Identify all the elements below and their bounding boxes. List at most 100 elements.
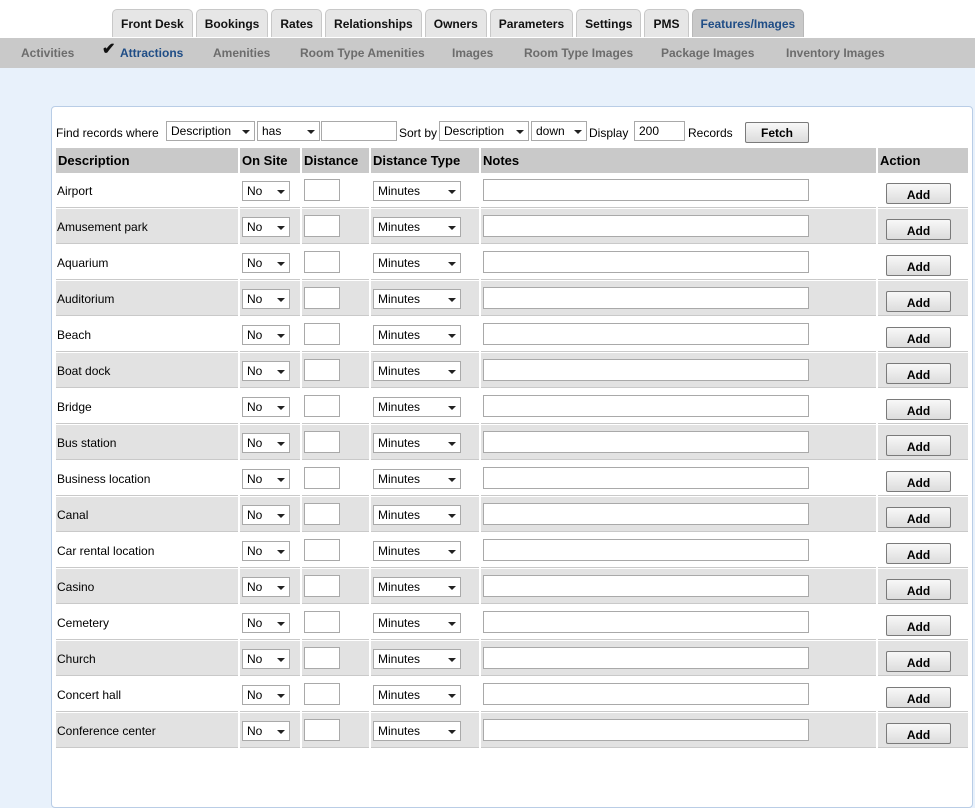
distance-input[interactable] (304, 467, 340, 489)
add-button[interactable]: Add (886, 291, 951, 312)
on-site-select[interactable]: No (242, 253, 290, 273)
operator-select[interactable]: has (257, 121, 320, 141)
notes-input[interactable] (483, 179, 809, 201)
distance-type-select[interactable]: Minutes (373, 721, 461, 741)
notes-input[interactable] (483, 359, 809, 381)
distance-input[interactable] (304, 647, 340, 669)
distance-input[interactable] (304, 431, 340, 453)
notes-input[interactable] (483, 395, 809, 417)
add-button[interactable]: Add (886, 255, 951, 276)
tab-owners[interactable]: Owners (424, 9, 487, 37)
notes-input[interactable] (483, 575, 809, 597)
distance-type-select[interactable]: Minutes (373, 361, 461, 381)
on-site-select[interactable]: No (242, 397, 290, 417)
distance-input[interactable] (304, 575, 340, 597)
on-site-select[interactable]: No (242, 289, 290, 309)
distance-type-select[interactable]: Minutes (373, 289, 461, 309)
distance-type-select[interactable]: Minutes (373, 469, 461, 489)
on-site-select[interactable]: No (242, 685, 290, 705)
on-site-select[interactable]: No (242, 541, 290, 561)
sort-select[interactable]: Description (439, 121, 529, 141)
on-site-select[interactable]: No (242, 721, 290, 741)
distance-type-select[interactable]: Minutes (373, 577, 461, 597)
notes-input[interactable] (483, 503, 809, 525)
distance-input[interactable] (304, 611, 340, 633)
distance-type-select[interactable]: Minutes (373, 649, 461, 669)
field-select[interactable]: Description (166, 121, 255, 141)
add-button[interactable]: Add (886, 507, 951, 528)
notes-input[interactable] (483, 467, 809, 489)
display-count-input[interactable]: 200 (634, 121, 685, 141)
subnav-item-activities[interactable]: Activities (21, 46, 74, 60)
notes-input[interactable] (483, 251, 809, 273)
on-site-select[interactable]: No (242, 469, 290, 489)
notes-input[interactable] (483, 431, 809, 453)
search-input[interactable] (321, 121, 397, 141)
distance-input[interactable] (304, 719, 340, 741)
add-button[interactable]: Add (886, 399, 951, 420)
tab-relationships[interactable]: Relationships (325, 9, 422, 37)
notes-input[interactable] (483, 323, 809, 345)
distance-type-select[interactable]: Minutes (373, 325, 461, 345)
notes-input[interactable] (483, 611, 809, 633)
distance-input[interactable] (304, 287, 340, 309)
add-button[interactable]: Add (886, 651, 951, 672)
distance-type-select[interactable]: Minutes (373, 613, 461, 633)
add-button[interactable]: Add (886, 327, 951, 348)
subnav-item-package-images[interactable]: Package Images (661, 46, 754, 60)
fetch-button[interactable]: Fetch (745, 122, 809, 143)
on-site-select[interactable]: No (242, 325, 290, 345)
add-button[interactable]: Add (886, 435, 951, 456)
on-site-select[interactable]: No (242, 649, 290, 669)
notes-input[interactable] (483, 647, 809, 669)
subnav-item-amenities[interactable]: Amenities (213, 46, 270, 60)
distance-input[interactable] (304, 179, 340, 201)
distance-type-select[interactable]: Minutes (373, 253, 461, 273)
notes-input[interactable] (483, 287, 809, 309)
distance-type-select[interactable]: Minutes (373, 217, 461, 237)
add-button[interactable]: Add (886, 183, 951, 204)
add-button[interactable]: Add (886, 615, 951, 636)
tab-settings[interactable]: Settings (576, 9, 642, 37)
add-button[interactable]: Add (886, 219, 951, 240)
direction-select[interactable]: down (531, 121, 587, 141)
tab-parameters[interactable]: Parameters (489, 9, 574, 37)
subnav-item-inventory-images[interactable]: Inventory Images (786, 46, 885, 60)
tab-front-desk[interactable]: Front Desk (112, 9, 193, 37)
distance-type-select[interactable]: Minutes (373, 397, 461, 417)
distance-type-select[interactable]: Minutes (373, 685, 461, 705)
distance-input[interactable] (304, 215, 340, 237)
distance-input[interactable] (304, 251, 340, 273)
add-button[interactable]: Add (886, 723, 951, 744)
on-site-select[interactable]: No (242, 577, 290, 597)
distance-input[interactable] (304, 359, 340, 381)
tab-rates[interactable]: Rates (271, 9, 323, 37)
tab-bookings[interactable]: Bookings (195, 9, 269, 37)
notes-input[interactable] (483, 539, 809, 561)
distance-input[interactable] (304, 683, 340, 705)
tab-pms[interactable]: PMS (644, 9, 689, 37)
add-button[interactable]: Add (886, 687, 951, 708)
distance-type-select[interactable]: Minutes (373, 433, 461, 453)
subnav-item-room-type-images[interactable]: Room Type Images (524, 46, 633, 60)
notes-input[interactable] (483, 215, 809, 237)
distance-input[interactable] (304, 503, 340, 525)
add-button[interactable]: Add (886, 471, 951, 492)
on-site-select[interactable]: No (242, 433, 290, 453)
subnav-item-room-type-amenities[interactable]: Room Type Amenities (300, 46, 425, 60)
on-site-select[interactable]: No (242, 181, 290, 201)
distance-type-select[interactable]: Minutes (373, 181, 461, 201)
distance-input[interactable] (304, 539, 340, 561)
notes-input[interactable] (483, 719, 809, 741)
distance-type-select[interactable]: Minutes (373, 505, 461, 525)
subnav-item-images[interactable]: Images (452, 46, 493, 60)
add-button[interactable]: Add (886, 363, 951, 384)
tab-features-images[interactable]: Features/Images (691, 9, 805, 37)
on-site-select[interactable]: No (242, 361, 290, 381)
distance-type-select[interactable]: Minutes (373, 541, 461, 561)
notes-input[interactable] (483, 683, 809, 705)
on-site-select[interactable]: No (242, 217, 290, 237)
distance-input[interactable] (304, 323, 340, 345)
on-site-select[interactable]: No (242, 505, 290, 525)
distance-input[interactable] (304, 395, 340, 417)
